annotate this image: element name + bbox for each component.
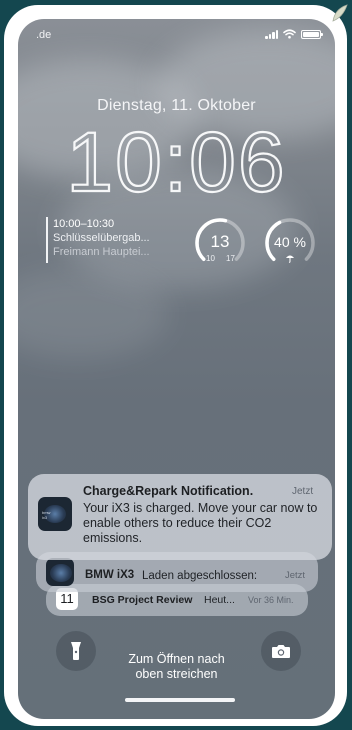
calendar-widget[interactable]: 10:00–10:30 Schlüsselübergab... Freimann… — [46, 217, 176, 263]
widgets-row: 10:00–10:30 Schlüsselübergab... Freimann… — [46, 215, 318, 271]
swipe-hint-line2: oben streichen — [135, 667, 218, 681]
swipe-hint-line1: Zum Öffnen nach — [128, 652, 225, 666]
status-icons — [265, 29, 323, 39]
temperature-high: 17 — [226, 254, 235, 263]
notification-time: Jetzt — [285, 570, 306, 581]
calendar-event-time: 10:00–10:30 — [53, 218, 115, 230]
calendar-event-title: Schlüsselübergab... — [53, 232, 150, 244]
status-bar: .de — [18, 19, 335, 49]
swipe-to-open-hint: Zum Öffnen nach oben streichen — [18, 652, 335, 682]
umbrella-icon — [286, 255, 294, 263]
calendar-event-location: Freimann Hauptei... — [53, 246, 150, 258]
battery-icon — [301, 29, 323, 39]
humidity-widget[interactable]: 40 % — [262, 215, 318, 271]
notification-body: Heut... — [204, 594, 235, 606]
charge-repark-app-icon: bmw ix3 — [38, 497, 72, 531]
clock-time: 10:06 — [66, 115, 286, 201]
temperature-current: 13 — [210, 232, 230, 251]
lock-screen[interactable]: .de Dienstag, 11. Oktober 10:06 10:00–10… — [18, 19, 335, 719]
temperature-widget[interactable]: 13 10 17 — [192, 215, 248, 271]
carrier-label: .de — [36, 29, 52, 41]
notification-time: Vor 36 Min. — [248, 595, 294, 605]
notification-title: Charge&Repark Notification. — [83, 484, 254, 498]
notification-title: BSG Project Review — [92, 594, 193, 606]
lock-screen-clock: 10:06 — [65, 114, 286, 201]
humidity-value: 40 % — [274, 234, 306, 250]
temperature-low: 10 — [206, 254, 215, 263]
notification-title: BMW iX3 — [85, 569, 135, 581]
wifi-icon — [283, 29, 296, 39]
home-indicator[interactable] — [125, 698, 235, 702]
cellular-signal-icon — [265, 29, 278, 39]
bmw-app-icon — [46, 558, 74, 586]
notification-time: Jetzt — [292, 486, 314, 497]
notification-body: Laden abgeschlossen: — [142, 570, 258, 582]
notification-charge-repark[interactable]: bmw ix3 Charge&Repark Notification. Jetzt… — [28, 474, 332, 560]
notification-body: Your iX3 is charged. Move your car now t… — [83, 501, 318, 545]
